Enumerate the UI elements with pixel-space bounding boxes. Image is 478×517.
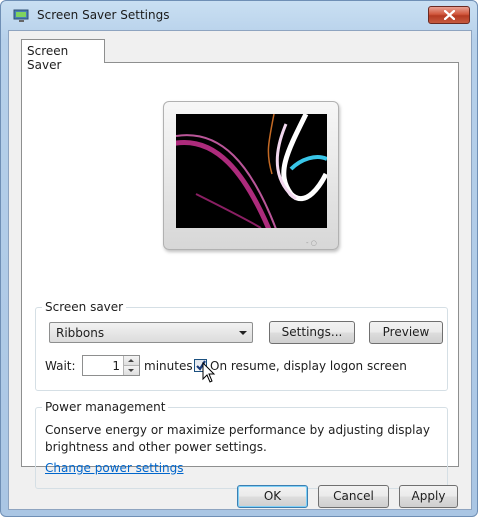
title-bar[interactable]: Screen Saver Settings	[1, 1, 477, 31]
dialog-client: Screen Saver - ○ Screen saver Ribbons Se…	[8, 30, 472, 510]
screen-saver-dropdown[interactable]: Ribbons	[49, 322, 253, 343]
mouse-cursor-icon	[202, 362, 216, 383]
ok-button[interactable]: OK	[237, 485, 308, 508]
power-management-group-label: Power management	[42, 400, 169, 414]
power-description-line2: brightness and other power settings.	[45, 440, 267, 454]
minutes-label: minutes	[144, 359, 193, 373]
close-icon	[444, 10, 455, 20]
spin-down-icon[interactable]	[123, 366, 139, 375]
change-power-settings-link[interactable]: Change power settings	[45, 461, 184, 475]
wait-minutes-stepper[interactable]: 1	[82, 355, 140, 376]
resume-logon-label[interactable]: On resume, display logon screen	[210, 359, 407, 373]
wait-label: Wait:	[45, 359, 76, 373]
cancel-button[interactable]: Cancel	[318, 485, 389, 508]
power-description-line1: Conserve energy or maximize performance …	[45, 423, 430, 437]
screen-saver-group: Screen saver Ribbons Settings... Preview…	[35, 300, 448, 391]
preview-screen	[176, 114, 327, 228]
tab-screen-saver[interactable]: Screen Saver	[21, 39, 105, 72]
monitor-preview: - ○	[163, 101, 339, 250]
preview-button[interactable]: Preview	[369, 321, 443, 344]
screen-saver-settings-window: Screen Saver Settings Screen Saver - ○ S…	[0, 0, 478, 517]
apply-button[interactable]: Apply	[399, 485, 458, 508]
wait-value: 1	[112, 359, 120, 373]
settings-button[interactable]: Settings...	[269, 321, 355, 344]
screen-saver-group-label: Screen saver	[42, 300, 127, 314]
monitor-app-icon	[13, 9, 29, 22]
window-title: Screen Saver Settings	[37, 8, 170, 22]
screen-saver-selected: Ribbons	[56, 326, 105, 340]
chevron-down-icon	[239, 331, 247, 335]
power-management-group: Power management Conserve energy or maxi…	[35, 400, 448, 489]
close-button[interactable]	[428, 6, 470, 24]
power-description: Conserve energy or maximize performance …	[45, 422, 430, 456]
tab-panel: - ○ Screen saver Ribbons Settings... Pre…	[21, 62, 459, 489]
ribbons-preview-image	[176, 114, 327, 228]
monitor-power-led: - ○	[306, 239, 317, 247]
tab-label: Screen Saver	[27, 44, 69, 72]
spin-up-icon[interactable]	[123, 356, 139, 366]
